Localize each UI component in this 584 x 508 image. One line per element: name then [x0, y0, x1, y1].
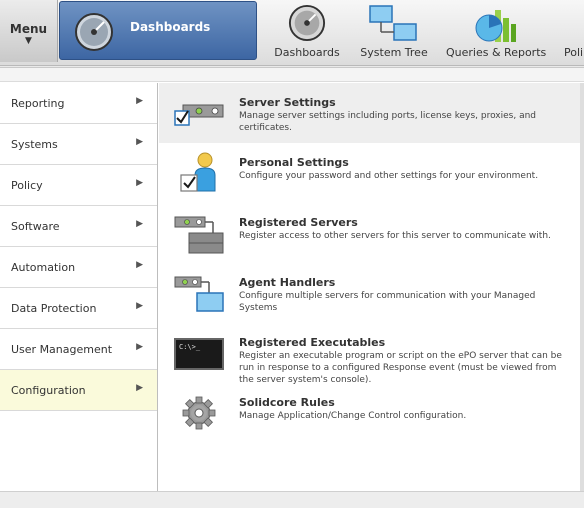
dashboards-tab[interactable]: Dashboards	[59, 1, 257, 60]
quick-nav-label: Dashboards	[274, 46, 340, 59]
system-tree-icon	[369, 5, 417, 41]
menu-button-label: Menu	[9, 22, 48, 36]
menu-category-configuration[interactable]: Configuration ▶	[0, 370, 157, 411]
menu-entry-solidcore-rules[interactable]: Solidcore Rules Manage Application/Chang…	[159, 383, 580, 443]
menu-entry-registered-servers[interactable]: Registered Servers Register access to ot…	[159, 203, 580, 263]
menu-category-label: Policy	[11, 179, 43, 192]
menu-entry-title: Server Settings	[239, 96, 336, 109]
top-nav-bar: Menu ▼ Dashboards Dashboards System Tree	[0, 0, 584, 66]
menu-entry-description: Register an executable program or script…	[239, 351, 562, 385]
chevron-right-icon: ▶	[136, 260, 143, 270]
menu-category-data-protection[interactable]: Data Protection ▶	[0, 288, 157, 329]
queries-reports-icon	[475, 10, 516, 42]
server-settings-icon	[174, 104, 224, 126]
chevron-right-icon: ▶	[136, 178, 143, 188]
menu-category-automation[interactable]: Automation ▶	[0, 247, 157, 288]
gauge-icon	[288, 4, 326, 42]
menu-entry-description: Configure multiple servers for communica…	[239, 291, 536, 313]
chevron-right-icon: ▶	[136, 96, 143, 106]
menu-category-reporting[interactable]: Reporting ▶	[0, 83, 157, 124]
quick-nav-system-tree[interactable]: System Tree	[356, 0, 432, 62]
panel-top-strip	[0, 68, 584, 82]
console-prompt-text: C:\>_	[179, 343, 201, 351]
menu-entry-description: Manage server settings including ports, …	[239, 111, 537, 133]
menu-category-label: User Management	[11, 343, 113, 356]
menu-category-systems[interactable]: Systems ▶	[0, 124, 157, 165]
personal-settings-icon	[180, 152, 216, 192]
menu-entry-title: Solidcore Rules	[239, 396, 335, 409]
menu-category-software[interactable]: Software ▶	[0, 206, 157, 247]
menu-category-user-management[interactable]: User Management ▶	[0, 329, 157, 370]
menu-category-policy[interactable]: Policy ▶	[0, 165, 157, 206]
quick-nav-label: System Tree	[360, 46, 428, 59]
menu-panel: Reporting ▶ Systems ▶ Policy ▶ Software …	[0, 67, 584, 508]
gauge-icon	[75, 13, 113, 51]
menu-entry-server-settings[interactable]: Server Settings Manage server settings i…	[159, 83, 580, 143]
menu-button[interactable]: Menu ▼	[0, 0, 58, 62]
panel-bottom-bar	[0, 491, 584, 508]
configuration-submenu: Server Settings Manage server settings i…	[159, 83, 584, 491]
menu-category-label: Data Protection	[11, 302, 97, 315]
menu-entry-description: Register access to other servers for thi…	[239, 231, 551, 241]
menu-entry-registered-executables[interactable]: C:\>_ Registered Executables Register an…	[159, 323, 580, 385]
menu-category-list: Reporting ▶ Systems ▶ Policy ▶ Software …	[0, 83, 158, 491]
menu-entry-description: Configure your password and other settin…	[239, 171, 539, 181]
dashboards-tab-label: Dashboards	[130, 20, 211, 34]
chevron-right-icon: ▶	[136, 219, 143, 229]
chevron-right-icon: ▶	[136, 301, 143, 311]
menu-category-label: Configuration	[11, 384, 86, 397]
quick-nav-policy[interactable]: Poli	[558, 0, 584, 62]
submenu-scroll-track	[580, 83, 584, 491]
menu-category-label: Systems	[11, 138, 58, 151]
menu-entry-title: Registered Executables	[239, 336, 386, 349]
quick-nav-dashboards[interactable]: Dashboards	[268, 0, 346, 62]
quick-nav-queries-reports[interactable]: Queries & Reports	[446, 0, 547, 62]
menu-entry-title: Personal Settings	[239, 156, 349, 169]
menu-entry-description: Manage Application/Change Control config…	[239, 411, 467, 421]
menu-entry-personal-settings[interactable]: Personal Settings Configure your passwor…	[159, 143, 580, 203]
chevron-right-icon: ▶	[136, 342, 143, 352]
menu-entry-title: Agent Handlers	[239, 276, 336, 289]
registered-servers-icon	[174, 216, 224, 254]
quick-nav-label: Queries & Reports	[446, 46, 547, 59]
menu-entry-title: Registered Servers	[239, 216, 358, 229]
chevron-right-icon: ▶	[136, 383, 143, 393]
menu-entry-agent-handlers[interactable]: Agent Handlers Configure multiple server…	[159, 263, 580, 323]
menu-category-label: Reporting	[11, 97, 65, 110]
quick-nav-label: Poli	[564, 46, 584, 59]
menu-category-label: Software	[11, 220, 60, 233]
gear-icon	[182, 396, 216, 430]
menu-chevron-down-icon: ▼	[25, 36, 32, 46]
registered-executables-icon: C:\>_	[174, 338, 224, 370]
chevron-right-icon: ▶	[136, 137, 143, 147]
menu-category-label: Automation	[11, 261, 76, 274]
agent-handlers-icon	[174, 276, 224, 312]
